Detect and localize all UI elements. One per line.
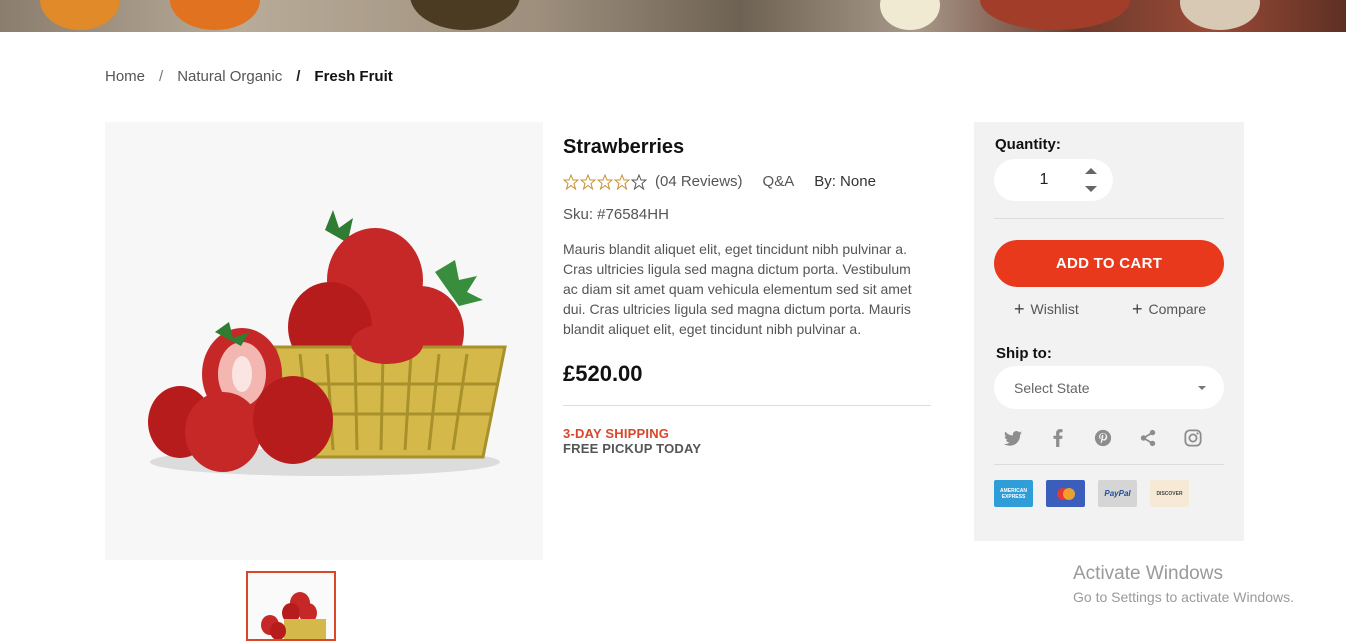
divider [994,464,1224,465]
banner-salad [980,0,1130,30]
pickup-text: FREE PICKUP TODAY [563,441,702,456]
divider [563,405,931,406]
product-main-image[interactable] [105,122,543,560]
wishlist-label: Wishlist [1030,301,1079,317]
amex-card-icon: AMERICAN EXPRESS [994,480,1033,507]
product-title: Strawberries [563,136,685,158]
social-share [1000,426,1205,450]
ship-to-label: Ship to: [996,345,1052,362]
discover-card-icon: DISCOVER [1150,480,1189,507]
purchase-panel: Quantity: 1 ADD TO CART + Wishlist + Com… [974,122,1244,541]
star-icon [580,173,596,190]
product-price: £520.00 [563,361,643,386]
banner-dark [410,0,520,30]
payment-cards: AMERICAN EXPRESS PayPal DISCOVER [994,480,1189,507]
divider [994,218,1224,219]
star-icon [597,173,613,190]
product-info: Strawberries (04 Reviews) Q&A By: None S… [563,136,933,456]
strawberry-basket-image [148,210,507,476]
paypal-label: PayPal [1104,489,1131,498]
state-select[interactable]: Select State [994,366,1224,409]
compare-button[interactable]: + Compare [1132,299,1207,319]
banner-onion [1180,0,1260,30]
compare-label: Compare [1148,301,1207,317]
product-thumbnail[interactable] [246,571,336,641]
breadcrumb-home[interactable]: Home [105,68,145,85]
thumbnail-image [261,592,326,639]
wishlist-button[interactable]: + Wishlist [1014,299,1079,319]
banner-pepper [170,0,260,30]
hero-banner [0,0,1346,32]
paypal-card-icon: PayPal [1098,480,1137,507]
quantity-stepper[interactable]: 1 [994,159,1113,201]
breadcrumb-current: Fresh Fruit [314,68,393,85]
caret-down-icon [1198,386,1206,390]
state-select-value: Select State [1014,380,1090,396]
product-sku: Sku: #76584HH [563,206,669,223]
banner-orange [40,0,120,30]
reviews-link[interactable]: (04 Reviews) [655,173,743,190]
quantity-input[interactable]: 1 [1034,171,1054,189]
pinterest-icon[interactable] [1090,426,1115,450]
breadcrumb-separator: / [296,68,301,85]
twitter-icon[interactable] [1000,426,1025,450]
instagram-icon[interactable] [1180,426,1205,450]
banner-egg [880,0,940,30]
rating-row: (04 Reviews) Q&A By: None [563,173,933,190]
watermark-title: Activate Windows [1073,563,1223,584]
quantity-label: Quantity: [995,136,1061,153]
rating-stars[interactable] [563,173,647,190]
decrement-arrow-icon[interactable] [1085,186,1097,192]
amex-label: AMERICAN EXPRESS [1000,487,1027,500]
facebook-icon[interactable] [1045,426,1070,450]
plus-icon: + [1014,299,1025,319]
breadcrumb: Home / Natural Organic / Fresh Fruit [105,68,393,85]
plus-icon: + [1132,299,1143,319]
add-to-cart-button[interactable]: ADD TO CART [994,240,1224,287]
breadcrumb-category[interactable]: Natural Organic [177,68,282,85]
discover-label: DISCOVER [1156,490,1183,497]
qa-link[interactable]: Q&A [763,173,795,190]
star-icon [614,173,630,190]
mastercard-icon [1046,480,1085,507]
breadcrumb-separator: / [159,68,164,85]
brand-by: By: None [814,173,876,190]
windows-activation-watermark: Activate Windows Go to Settings to activ… [1073,563,1294,605]
watermark-subtitle: Go to Settings to activate Windows. [1073,589,1294,605]
star-icon [563,173,579,190]
star-icon [631,173,647,190]
product-description: Mauris blandit aliquet elit, eget tincid… [563,241,912,337]
increment-arrow-icon[interactable] [1085,168,1097,174]
shipping-text: 3-DAY SHIPPING [563,426,670,441]
share-icon[interactable] [1135,426,1160,450]
